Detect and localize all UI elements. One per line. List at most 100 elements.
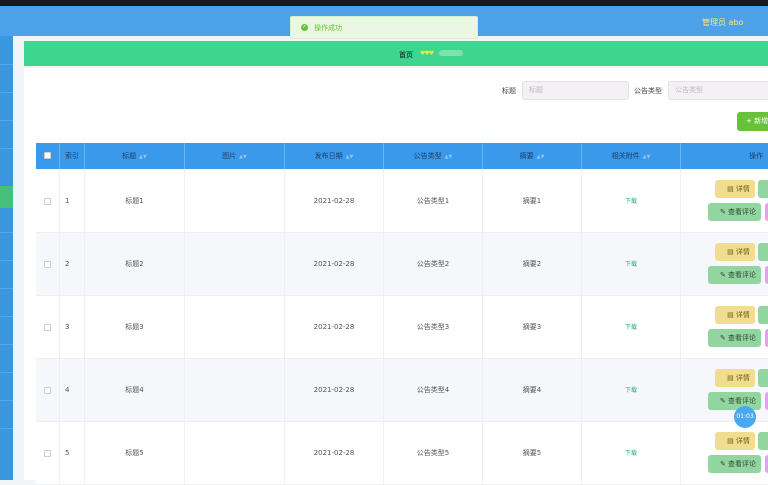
edit-icon: ✎: [719, 208, 729, 216]
detail-button[interactable]: ▤ 详情: [715, 180, 755, 198]
select-all-checkbox[interactable]: [44, 152, 51, 159]
edit-button[interactable]: [758, 369, 768, 387]
row-checkbox[interactable]: [44, 387, 51, 394]
edit-icon: ✎: [719, 334, 729, 342]
cell-summary: 摘要3: [483, 296, 582, 358]
sort-icon[interactable]: ▲▼: [445, 154, 453, 160]
download-link[interactable]: 下载: [625, 324, 637, 331]
sidebar-divider: [0, 344, 13, 345]
column-header-date[interactable]: 发布日期 ▲▼: [285, 143, 384, 169]
add-button[interactable]: + 新增: [737, 112, 768, 131]
sidebar-divider: [0, 260, 13, 261]
view-comments-button[interactable]: ✎ 查看评论: [708, 392, 761, 410]
comments-label: 查看评论: [728, 397, 757, 405]
type-search-input[interactable]: 公告类型: [668, 81, 768, 100]
detail-label: 详情: [735, 437, 750, 445]
sort-icon[interactable]: ▲▼: [139, 154, 147, 160]
comments-label: 查看评论: [728, 334, 757, 342]
title-filter-label: 标题: [502, 87, 516, 95]
row-select-cell: [36, 170, 60, 232]
detail-button[interactable]: ▤ 详情: [715, 432, 755, 450]
row-checkbox[interactable]: [44, 324, 51, 331]
column-header-label: 图片: [222, 152, 237, 160]
cell-type: 公告类型3: [384, 296, 483, 358]
column-header-title[interactable]: 标题 ▲▼: [85, 143, 185, 169]
edit-icon: ✎: [719, 397, 729, 405]
sort-icon[interactable]: ▲▼: [239, 154, 247, 160]
document-icon: ▤: [727, 248, 736, 256]
sidebar-divider: [0, 400, 13, 401]
column-header-label: 摘要: [519, 152, 534, 160]
cell-image: [185, 233, 285, 295]
column-header-attachment[interactable]: 相关附件 ▲▼: [582, 143, 681, 169]
sidebar-divider: [0, 148, 13, 149]
download-link[interactable]: 下载: [625, 198, 637, 205]
cell-summary: 摘要2: [483, 233, 582, 295]
sidebar-divider: [0, 120, 13, 121]
cell-title: 标题1: [85, 170, 185, 232]
row-checkbox[interactable]: [44, 450, 51, 457]
edit-button[interactable]: [758, 180, 768, 198]
detail-label: 详情: [735, 374, 750, 382]
download-link[interactable]: 下载: [625, 261, 637, 268]
breadcrumb-decoration-icon: ♥♥♥: [420, 50, 434, 57]
view-comments-button[interactable]: ✎ 查看评论: [708, 266, 761, 284]
edit-button[interactable]: [758, 432, 768, 450]
table-row: 1 标题1 2021-02-28 公告类型1 摘要1 下载 ▤ 详情 ✎ 查看评论: [36, 170, 768, 233]
cell-date: 2021-02-28: [285, 170, 384, 232]
cell-actions: ▤ 详情 ✎ 查看评论: [681, 233, 768, 295]
detail-button[interactable]: ▤ 详情: [715, 243, 755, 261]
document-icon: ▤: [727, 374, 736, 382]
edit-button[interactable]: [758, 243, 768, 261]
cell-attachment: 下载: [582, 296, 681, 358]
table-header: 索引 标题 ▲▼ 图片 ▲▼ 发布日期 ▲▼ 公告类型 ▲▼ 摘要 ▲▼ 相关附件 ▲▼ 操…: [36, 143, 768, 169]
cell-date: 2021-02-28: [285, 359, 384, 421]
select-all-cell: [36, 143, 60, 169]
sidebar-divider: [0, 288, 13, 289]
cell-title: 标题2: [85, 233, 185, 295]
title-search-input[interactable]: 标题: [522, 81, 629, 100]
download-link[interactable]: 下载: [625, 450, 637, 457]
cell-index: 2: [60, 233, 85, 295]
cell-title: 标题5: [85, 422, 185, 484]
column-header-summary[interactable]: 摘要 ▲▼: [483, 143, 582, 169]
cell-summary: 摘要5: [483, 422, 582, 484]
column-header-label: 公告类型: [413, 152, 442, 160]
column-header-label: 发布日期: [314, 152, 343, 160]
view-comments-button[interactable]: ✎ 查看评论: [708, 455, 761, 473]
column-header-index[interactable]: 索引: [60, 143, 85, 169]
cell-image: [185, 296, 285, 358]
cell-type: 公告类型5: [384, 422, 483, 484]
view-comments-button[interactable]: ✎ 查看评论: [708, 329, 761, 347]
column-header-image[interactable]: 图片 ▲▼: [185, 143, 285, 169]
row-select-cell: [36, 359, 60, 421]
check-circle-icon: ✓: [301, 24, 308, 31]
cell-actions: ▤ 详情 ✎ 查看评论: [681, 170, 768, 232]
table-row: 3 标题3 2021-02-28 公告类型3 摘要3 下载 ▤ 详情 ✎ 查看评论: [36, 296, 768, 359]
sidebar-item-active[interactable]: [0, 186, 13, 208]
breadcrumb-bar: [24, 41, 768, 66]
cell-type: 公告类型1: [384, 170, 483, 232]
cell-date: 2021-02-28: [285, 422, 384, 484]
sidebar-divider: [0, 232, 13, 233]
cell-attachment: 下载: [582, 170, 681, 232]
cell-index: 3: [60, 296, 85, 358]
sidebar-divider: [0, 428, 13, 429]
row-checkbox[interactable]: [44, 198, 51, 205]
cell-attachment: 下载: [582, 359, 681, 421]
edit-button[interactable]: [758, 306, 768, 324]
sort-icon[interactable]: ▲▼: [643, 154, 651, 160]
document-icon: ▤: [727, 437, 736, 445]
column-header-type[interactable]: 公告类型 ▲▼: [384, 143, 483, 169]
breadcrumb-home[interactable]: 首页: [399, 50, 413, 60]
view-comments-button[interactable]: ✎ 查看评论: [708, 203, 761, 221]
cell-type: 公告类型2: [384, 233, 483, 295]
detail-button[interactable]: ▤ 详情: [715, 369, 755, 387]
row-checkbox[interactable]: [44, 261, 51, 268]
column-header-label: 相关附件: [611, 152, 640, 160]
download-link[interactable]: 下载: [625, 387, 637, 394]
cell-index: 5: [60, 422, 85, 484]
detail-button[interactable]: ▤ 详情: [715, 306, 755, 324]
sort-icon[interactable]: ▲▼: [537, 154, 545, 160]
sort-icon[interactable]: ▲▼: [346, 154, 354, 160]
